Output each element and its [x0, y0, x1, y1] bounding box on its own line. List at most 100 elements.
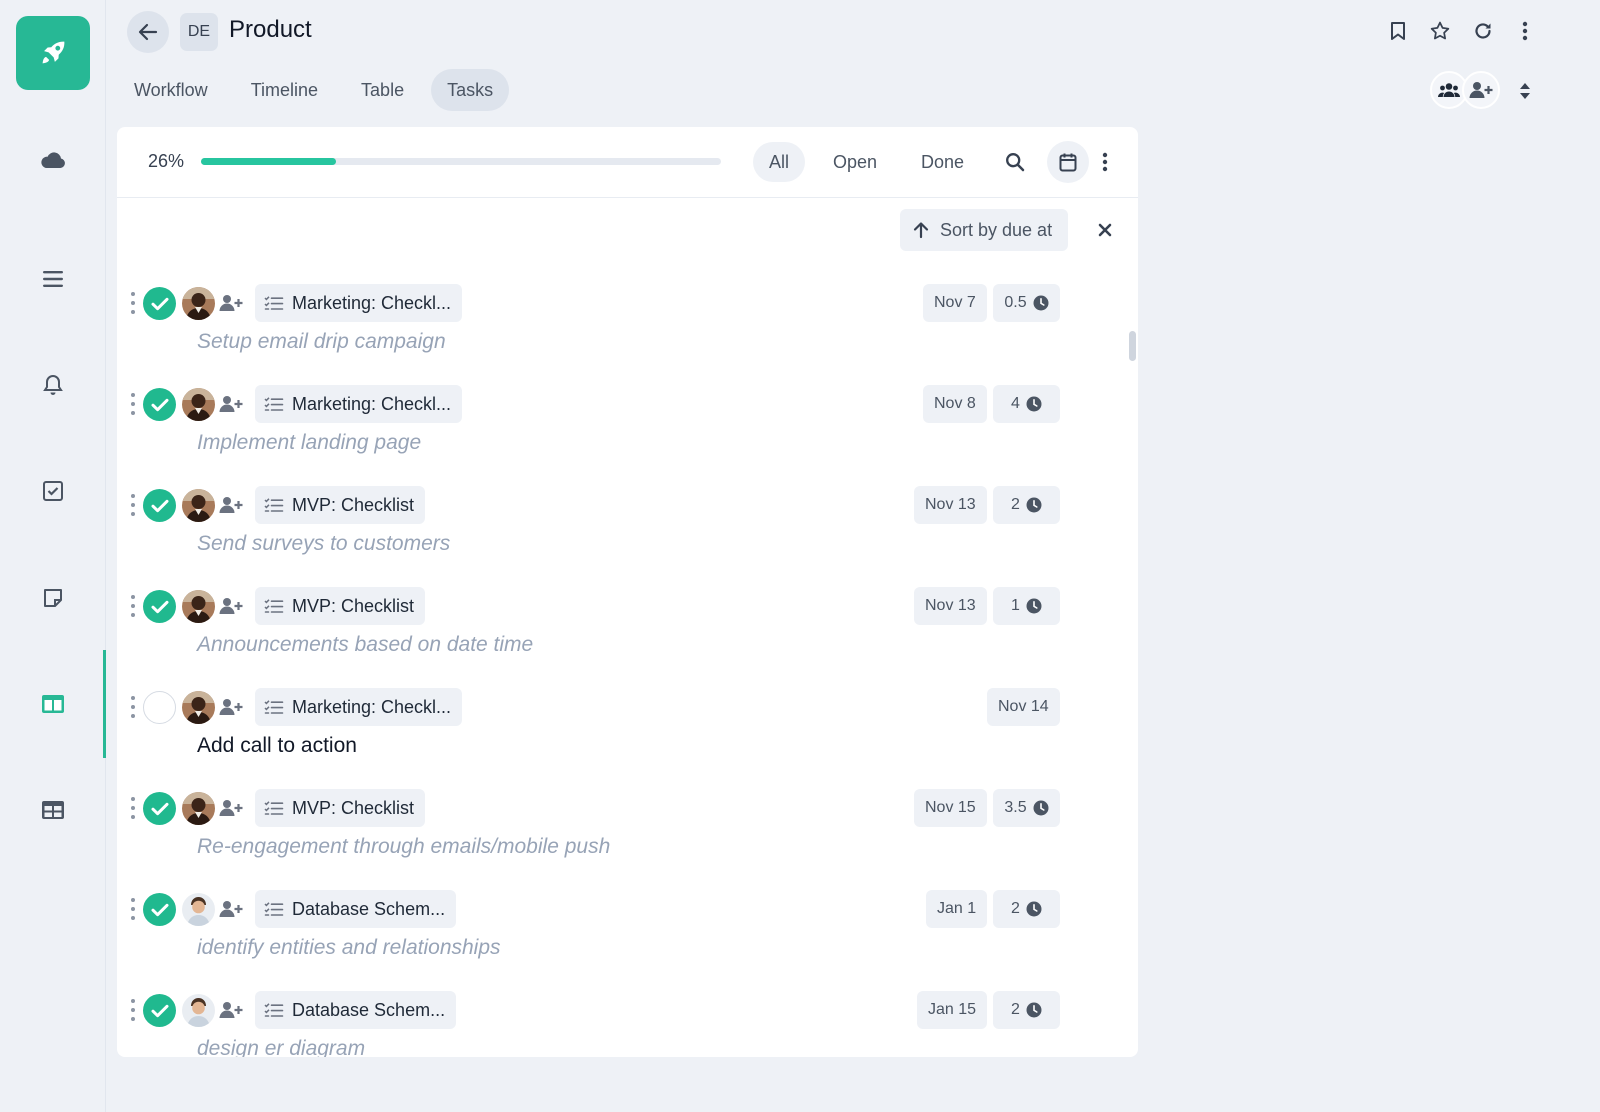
- add-assignee-icon[interactable]: [218, 393, 244, 415]
- task-title[interactable]: Announcements based on date time: [197, 633, 533, 657]
- drag-handle-icon[interactable]: [129, 898, 137, 920]
- filter-done-button[interactable]: Done: [905, 142, 980, 182]
- estimate-chip[interactable]: 0.5: [993, 284, 1060, 322]
- checklist-chip[interactable]: MVP: Checklist: [255, 486, 426, 524]
- drag-handle-icon[interactable]: [129, 999, 137, 1021]
- checklist-chip[interactable]: MVP: Checklist: [255, 587, 426, 625]
- tab-workflow[interactable]: Workflow: [118, 69, 224, 111]
- due-date-chip[interactable]: Nov 13: [914, 587, 987, 625]
- bell-icon[interactable]: [33, 365, 73, 405]
- filter-open-button[interactable]: Open: [817, 142, 893, 182]
- checklist-chip[interactable]: Database Schem...: [255, 890, 457, 928]
- clear-sort-close-icon[interactable]: [1093, 218, 1117, 242]
- task-checkbox-checked[interactable]: [143, 590, 176, 623]
- checklist-chip[interactable]: MVP: Checklist: [255, 789, 426, 827]
- board-icon[interactable]: [33, 684, 73, 724]
- more-vertical-icon[interactable]: [1508, 14, 1542, 48]
- add-assignee-icon[interactable]: [218, 494, 244, 516]
- task-title[interactable]: Implement landing page: [197, 431, 421, 455]
- estimate-chip[interactable]: 2: [993, 890, 1060, 928]
- star-icon[interactable]: [1423, 14, 1457, 48]
- avatar[interactable]: [182, 489, 215, 522]
- refresh-icon[interactable]: [1466, 14, 1500, 48]
- back-button[interactable]: [127, 11, 169, 53]
- list-icon[interactable]: [33, 259, 73, 299]
- due-date-chip[interactable]: Nov 7: [923, 284, 987, 322]
- checklist-chip[interactable]: Marketing: Checkl...: [255, 688, 463, 726]
- add-assignee-icon[interactable]: [218, 898, 244, 920]
- add-assignee-icon[interactable]: [218, 797, 244, 819]
- checklist-chip[interactable]: Marketing: Checkl...: [255, 385, 463, 423]
- task-title[interactable]: Re-engagement through emails/mobile push: [197, 835, 610, 859]
- task-checkbox-checked[interactable]: [143, 893, 176, 926]
- add-assignee-icon[interactable]: [218, 999, 244, 1021]
- due-date-chip[interactable]: Nov 13: [914, 486, 987, 524]
- task-title[interactable]: Setup email drip campaign: [197, 330, 446, 354]
- app-logo[interactable]: [16, 16, 90, 90]
- due-date-chip[interactable]: Jan 1: [926, 890, 988, 928]
- table-icon[interactable]: [33, 790, 73, 830]
- avatar[interactable]: [182, 792, 215, 825]
- workspace-badge[interactable]: DE: [180, 13, 218, 51]
- cloud-icon[interactable]: [33, 140, 73, 180]
- task-checkbox-checked[interactable]: [143, 792, 176, 825]
- due-date-chip[interactable]: Nov 8: [923, 385, 987, 423]
- drag-handle-icon[interactable]: [129, 292, 137, 314]
- estimate-chip[interactable]: 3.5: [993, 789, 1060, 827]
- estimate-chip[interactable]: 1: [993, 587, 1060, 625]
- estimate-chip[interactable]: 2: [993, 991, 1060, 1029]
- note-icon[interactable]: [33, 578, 73, 618]
- avatar[interactable]: [182, 893, 215, 926]
- estimate-chip[interactable]: 2: [993, 486, 1060, 524]
- bookmark-icon[interactable]: [1381, 14, 1415, 48]
- task-checkbox-checked[interactable]: [143, 388, 176, 421]
- task-row[interactable]: Marketing: Checkl... Nov 14 Add call to …: [117, 682, 1117, 783]
- due-date-chip[interactable]: Nov 15: [914, 789, 987, 827]
- tab-timeline[interactable]: Timeline: [235, 69, 334, 111]
- checklist-chip[interactable]: Marketing: Checkl...: [255, 284, 463, 322]
- filter-all-button[interactable]: All: [753, 142, 806, 182]
- task-title[interactable]: design er diagram: [197, 1037, 365, 1057]
- search-icon[interactable]: [994, 141, 1036, 183]
- drag-handle-icon[interactable]: [129, 797, 137, 819]
- task-row[interactable]: Database Schem... Jan 15 2 design er dia…: [117, 985, 1117, 1057]
- add-assignee-icon[interactable]: [218, 696, 244, 718]
- task-row[interactable]: MVP: Checklist Nov 13 2 Send surveys to …: [117, 480, 1117, 581]
- drag-handle-icon[interactable]: [129, 494, 137, 516]
- task-row[interactable]: Marketing: Checkl... Nov 8 4 Implement l…: [117, 379, 1117, 480]
- avatar[interactable]: [182, 994, 215, 1027]
- scrollbar-thumb[interactable]: [1129, 331, 1136, 361]
- add-member-icon[interactable]: [1462, 71, 1500, 109]
- drag-handle-icon[interactable]: [129, 696, 137, 718]
- estimate-chip[interactable]: 4: [993, 385, 1060, 423]
- add-assignee-icon[interactable]: [218, 595, 244, 617]
- due-date-chip[interactable]: Jan 15: [917, 991, 988, 1029]
- sort-toggle-icon[interactable]: [1512, 78, 1538, 104]
- task-checkbox-checked[interactable]: [143, 994, 176, 1027]
- task-title[interactable]: Add call to action: [197, 734, 357, 758]
- panel-more-icon[interactable]: [1084, 141, 1126, 183]
- task-title[interactable]: identify entities and relationships: [197, 936, 501, 960]
- calendar-icon[interactable]: [1047, 141, 1089, 183]
- task-title[interactable]: Send surveys to customers: [197, 532, 450, 556]
- checkbox-icon[interactable]: [33, 471, 73, 511]
- task-row[interactable]: Database Schem... Jan 1 2 identify entit…: [117, 884, 1117, 985]
- tab-table[interactable]: Table: [345, 69, 420, 111]
- drag-handle-icon[interactable]: [129, 595, 137, 617]
- drag-handle-icon[interactable]: [129, 393, 137, 415]
- avatar[interactable]: [182, 691, 215, 724]
- avatar[interactable]: [182, 287, 215, 320]
- task-checkbox-unchecked[interactable]: [143, 691, 176, 724]
- due-date-chip[interactable]: Nov 14: [987, 688, 1060, 726]
- task-row[interactable]: MVP: Checklist Nov 13 1 Announcements ba…: [117, 581, 1117, 682]
- task-checkbox-checked[interactable]: [143, 287, 176, 320]
- task-checkbox-checked[interactable]: [143, 489, 176, 522]
- tab-tasks[interactable]: Tasks: [431, 69, 510, 111]
- sort-chip[interactable]: Sort by due at: [900, 209, 1069, 251]
- avatar[interactable]: [182, 388, 215, 421]
- add-assignee-icon[interactable]: [218, 292, 244, 314]
- avatar[interactable]: [182, 590, 215, 623]
- checklist-chip[interactable]: Database Schem...: [255, 991, 457, 1029]
- task-row[interactable]: Marketing: Checkl... Nov 7 0.5 Setup ema…: [117, 278, 1117, 379]
- task-row[interactable]: MVP: Checklist Nov 15 3.5 Re-engagement …: [117, 783, 1117, 884]
